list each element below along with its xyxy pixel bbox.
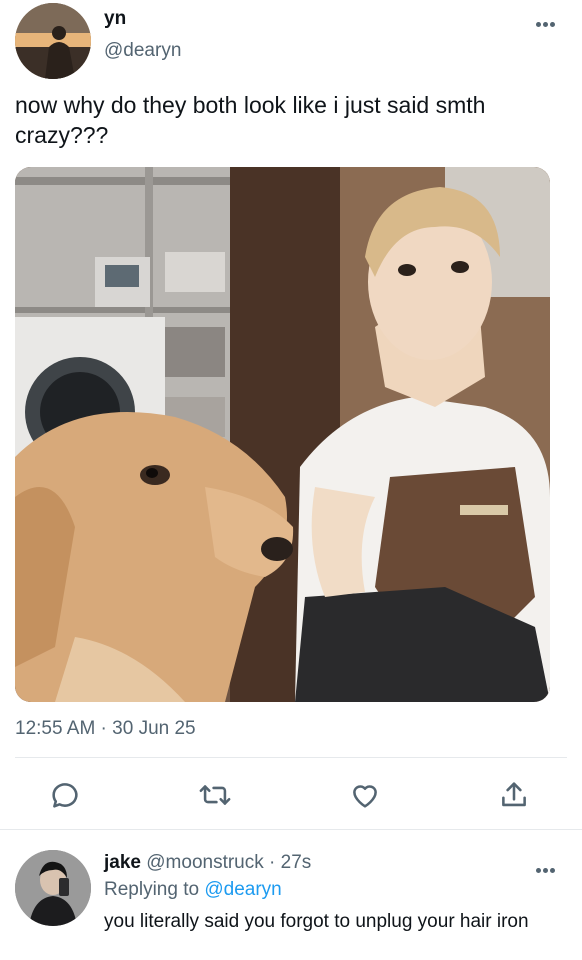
tweet-timestamp[interactable]: 12:55 AM · 30 Jun 25 <box>15 718 196 740</box>
tweet-photo[interactable] <box>15 167 550 702</box>
reply-author-name[interactable]: jake <box>104 852 141 873</box>
more-horizontal-icon[interactable] <box>536 860 564 874</box>
tweet-text: now why do they both look like i just sa… <box>15 92 486 148</box>
replying-to: Replying to @dearyn <box>104 879 282 901</box>
reply-author-avatar[interactable] <box>15 850 91 926</box>
reply-author-handle[interactable]: @moonstruck <box>146 852 264 873</box>
author-handle[interactable]: @dearyn <box>104 40 181 62</box>
separator-dot: · <box>269 852 276 873</box>
share-upload-icon[interactable] <box>497 778 531 812</box>
replying-handle-link[interactable]: @dearyn <box>204 879 281 900</box>
retweet-icon[interactable] <box>198 778 232 812</box>
reply-text: you literally said you forgot to unplug … <box>104 911 529 932</box>
replying-prefix: Replying to <box>104 879 200 900</box>
more-horizontal-icon[interactable] <box>536 14 564 28</box>
reply-header: jake @moonstruck · 27s <box>104 852 311 874</box>
author-name[interactable]: yn <box>104 8 126 30</box>
author-avatar[interactable] <box>15 3 91 79</box>
reply-bubble-icon[interactable] <box>48 778 82 812</box>
divider <box>15 757 567 758</box>
tweet-actions <box>0 772 582 818</box>
reply-tweet[interactable]: jake @moonstruck · 27s Replying to @dear… <box>0 830 582 960</box>
heart-icon[interactable] <box>348 778 382 812</box>
reply-time[interactable]: 27s <box>281 852 312 873</box>
main-tweet: yn @dearyn now why do they both look lik… <box>0 0 582 830</box>
